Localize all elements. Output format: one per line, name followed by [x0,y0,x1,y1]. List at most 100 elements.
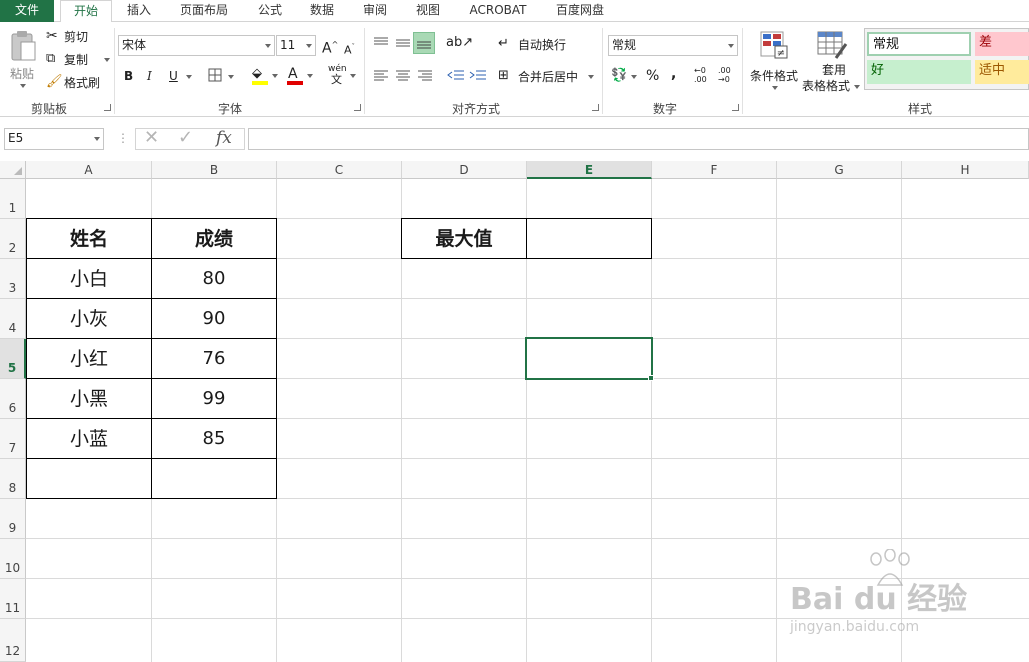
font-color-button[interactable]: A [285,66,315,86]
font-launcher-icon[interactable] [354,104,361,111]
insert-function-icon[interactable]: fx [216,130,232,147]
currency-icon[interactable]: 💱 [611,68,627,84]
decrease-decimal-button[interactable]: .00 →0 [718,66,740,84]
underline-button[interactable]: U [169,68,178,84]
style-neutral[interactable]: 适中 [975,60,1029,84]
cell-a5[interactable]: 小红 [27,339,151,378]
fill-color-button[interactable]: ⬙ [250,66,280,86]
align-middle-icon[interactable] [394,35,412,51]
cell-b2[interactable]: 成绩 [152,219,276,258]
column-header-e[interactable]: E [527,161,652,179]
row-header-10[interactable]: 10 [0,539,26,579]
tab-baidu-pan[interactable]: 百度网盘 [548,0,612,22]
column-header-c[interactable]: C [277,161,402,179]
font-size-select[interactable]: 11 [276,35,316,56]
cell-a4[interactable]: 小灰 [27,299,151,338]
format-painter-button[interactable]: 🖌 格式刷 [46,74,106,92]
phonetic-sub: 文 [331,73,342,86]
cell-b4[interactable]: 90 [152,299,276,338]
paste-button[interactable]: 粘贴 [6,28,40,88]
copy-button[interactable]: ⧉ 复制 [46,51,112,69]
format-as-table-button[interactable]: 套用 表格格式 [802,28,862,94]
style-bad[interactable]: 差 [975,32,1029,56]
comma-button[interactable]: , [671,66,676,82]
tab-formulas[interactable]: 公式 [250,0,290,22]
conditional-format-button[interactable]: ≠ 条件格式 [748,28,800,94]
bold-button[interactable]: B [124,68,133,84]
align-top-icon[interactable] [372,35,390,51]
row-header-7[interactable]: 7 [0,419,26,459]
row-header-11[interactable]: 11 [0,579,26,619]
tab-insert[interactable]: 插入 [118,0,160,22]
align-left-icon[interactable] [372,68,390,84]
borders-button[interactable] [208,67,236,85]
cell-e2[interactable] [527,219,651,258]
align-bottom-button[interactable] [413,32,435,54]
shrink-font-button[interactable]: Aˇ [344,39,355,59]
column-header-g[interactable]: G [777,161,902,179]
italic-button[interactable]: I [147,68,152,84]
row-header-12[interactable]: 12 [0,619,26,662]
font-name-select[interactable]: 宋体 [118,35,275,56]
cell-a3[interactable]: 小白 [27,259,151,298]
grow-font-button[interactable]: A^ [322,37,338,57]
active-cell-e5[interactable] [525,337,653,380]
worksheet-grid[interactable]: A B C D E F G H 1 2 3 4 5 6 7 8 9 10 11 … [0,161,1029,662]
row-header-3[interactable]: 3 [0,259,26,299]
tab-data[interactable]: 数据 [302,0,342,22]
align-center-icon[interactable] [394,68,412,84]
tab-acrobat[interactable]: ACROBAT [462,0,534,22]
percent-button[interactable]: % [646,68,659,84]
formula-input[interactable] [248,128,1029,150]
tab-home[interactable]: 开始 [60,0,112,23]
cell-d2[interactable]: 最大值 [402,219,526,258]
enter-check-icon[interactable]: ✓ [178,129,193,147]
column-header-h[interactable]: H [902,161,1029,179]
increase-decimal-button[interactable]: ←0 .00 [694,66,716,84]
cell-b5[interactable]: 76 [152,339,276,378]
increase-indent-icon[interactable] [468,68,488,84]
chevron-down-icon[interactable] [186,75,192,79]
cut-button[interactable]: ✂ 剪切 [46,28,106,46]
cancel-icon[interactable]: ✕ [144,129,159,147]
wrap-text-button[interactable]: ↵ 自动换行 [498,36,578,54]
phonetic-button[interactable]: wén 文 [328,64,358,88]
fill-handle[interactable] [648,375,654,381]
cell-a6[interactable]: 小黑 [27,379,151,418]
cell-b7[interactable]: 85 [152,419,276,458]
cell-b6[interactable]: 99 [152,379,276,418]
row-header-9[interactable]: 9 [0,499,26,539]
more-options-icon[interactable]: ⋮ [117,130,129,146]
row-header-8[interactable]: 8 [0,459,26,499]
chevron-down-icon[interactable] [631,75,637,79]
column-header-f[interactable]: F [652,161,777,179]
tab-page-layout[interactable]: 页面布局 [172,0,236,22]
number-format-select[interactable]: 常规 [608,35,738,56]
row-header-6[interactable]: 6 [0,379,26,419]
tab-review[interactable]: 审阅 [355,0,395,22]
alignment-launcher-icon[interactable] [592,104,599,111]
cell-a7[interactable]: 小蓝 [27,419,151,458]
row-header-4[interactable]: 4 [0,299,26,339]
clipboard-launcher-icon[interactable] [104,104,111,111]
select-all-corner[interactable] [0,161,26,179]
column-header-b[interactable]: B [152,161,277,179]
style-good[interactable]: 好 [867,60,971,84]
column-header-a[interactable]: A [26,161,152,179]
chevron-down-icon [228,75,234,79]
row-header-2[interactable]: 2 [0,219,26,259]
tab-view[interactable]: 视图 [408,0,448,22]
cell-b3[interactable]: 80 [152,259,276,298]
number-launcher-icon[interactable] [732,104,739,111]
merge-center-button[interactable]: ⊞ 合并后居中 [498,68,598,86]
orientation-icon[interactable]: ab↗ [446,35,473,51]
column-header-d[interactable]: D [402,161,527,179]
style-normal[interactable]: 常规 [867,32,971,56]
row-header-5[interactable]: 5 [0,339,26,379]
tab-file[interactable]: 文件 [0,0,54,22]
decrease-indent-icon[interactable] [446,68,466,84]
name-box[interactable]: E5 [4,128,104,150]
align-right-icon[interactable] [416,68,434,84]
cell-a2[interactable]: 姓名 [27,219,151,258]
row-header-1[interactable]: 1 [0,179,26,219]
